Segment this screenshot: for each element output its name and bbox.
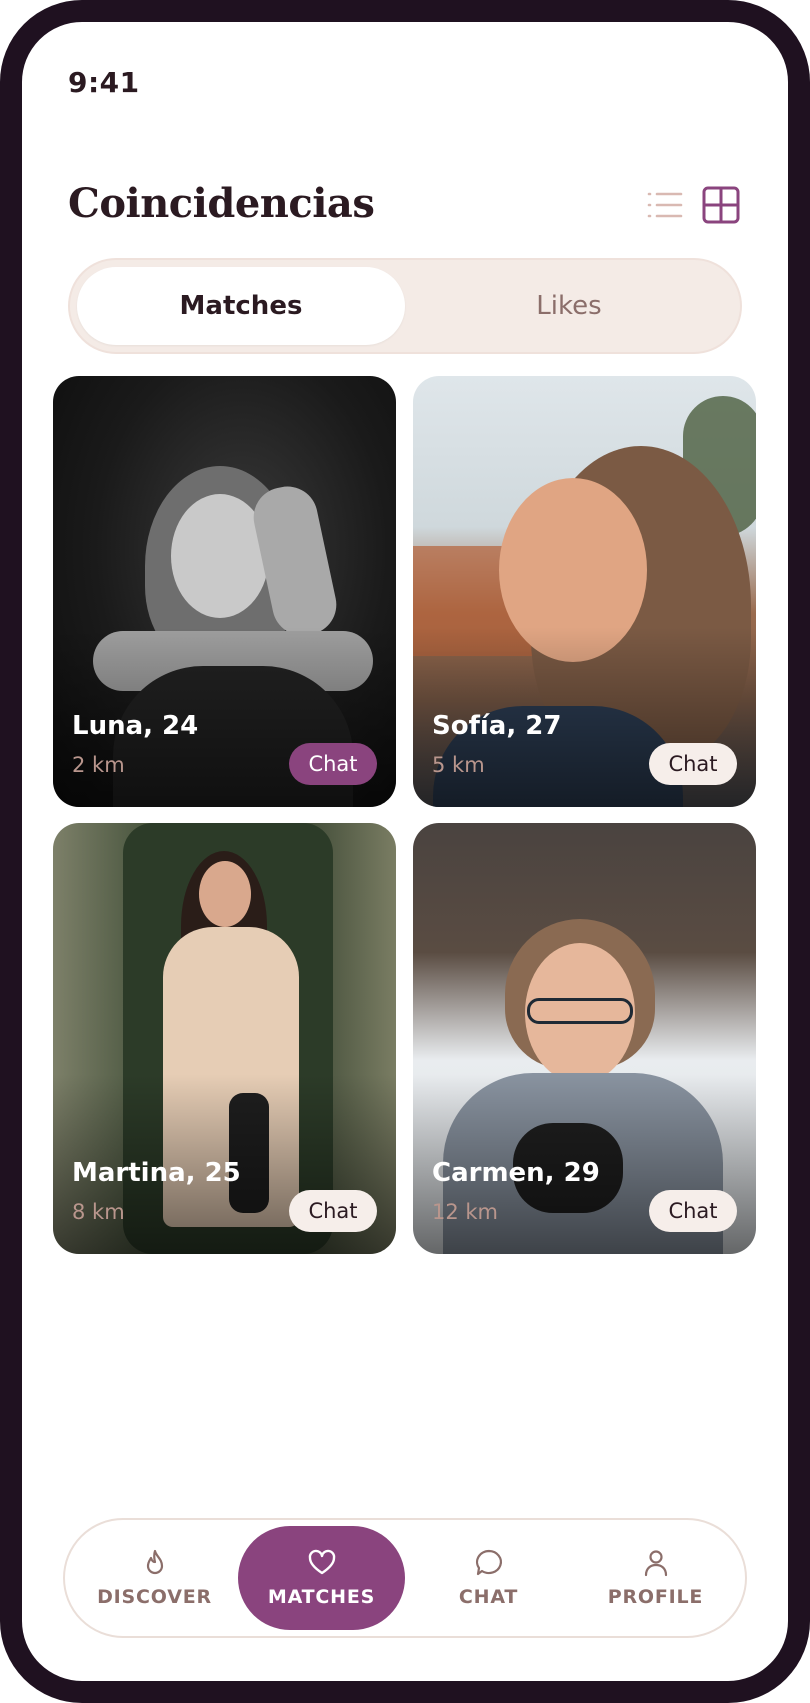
list-icon (647, 192, 683, 218)
view-toggle (646, 186, 740, 224)
flame-icon (146, 1549, 163, 1575)
chat-button[interactable]: Chat (649, 743, 737, 785)
match-card[interactable]: Sofía, 27 5 km Chat (413, 376, 756, 807)
status-time: 9:41 (68, 66, 140, 99)
match-distance: 5 km (432, 753, 485, 777)
chat-button[interactable]: Chat (289, 743, 377, 785)
chat-bubble-icon (475, 1549, 502, 1576)
phone-device: 9:41 Coincidencias Matches Likes Luna, 2… (0, 0, 810, 1703)
person-icon (644, 1550, 667, 1577)
nav-matches[interactable]: MATCHES (238, 1526, 405, 1630)
tabs-segmented-control: Matches Likes (68, 258, 742, 354)
list-view-button[interactable] (646, 186, 684, 224)
match-name: Sofía, 27 (432, 711, 562, 741)
tab-matches[interactable]: Matches (77, 267, 405, 345)
match-name: Luna, 24 (72, 711, 199, 741)
bottom-nav: DISCOVER MATCHES CHAT PROFILE (63, 1518, 747, 1638)
nav-discover[interactable]: DISCOVER (71, 1526, 238, 1630)
nav-chat-label: CHAT (458, 1586, 519, 1608)
nav-chat[interactable]: CHAT (405, 1526, 572, 1630)
chat-button[interactable]: Chat (289, 1190, 377, 1232)
tab-likes[interactable]: Likes (405, 267, 733, 345)
match-distance: 2 km (72, 753, 125, 777)
nav-matches-label: MATCHES (267, 1586, 376, 1608)
nav-profile-label: PROFILE (607, 1586, 704, 1608)
heart-icon (308, 1549, 335, 1575)
match-name: Martina, 25 (72, 1158, 241, 1188)
match-distance: 12 km (432, 1200, 499, 1224)
match-card[interactable]: Carmen, 29 12 km Chat (413, 823, 756, 1254)
page-title: Coincidencias (68, 180, 375, 227)
match-card[interactable]: Luna, 24 2 km Chat (53, 376, 396, 807)
nav-profile[interactable]: PROFILE (572, 1526, 739, 1630)
match-card[interactable]: Martina, 25 8 km Chat (53, 823, 396, 1254)
grid-icon (702, 186, 740, 224)
match-name: Carmen, 29 (432, 1158, 600, 1188)
nav-discover-label: DISCOVER (97, 1586, 212, 1608)
chat-button[interactable]: Chat (649, 1190, 737, 1232)
match-distance: 8 km (72, 1200, 125, 1224)
matches-grid: Luna, 24 2 km Chat Sofía, 27 5 km Chat M… (53, 376, 756, 1254)
grid-view-button[interactable] (702, 186, 740, 224)
